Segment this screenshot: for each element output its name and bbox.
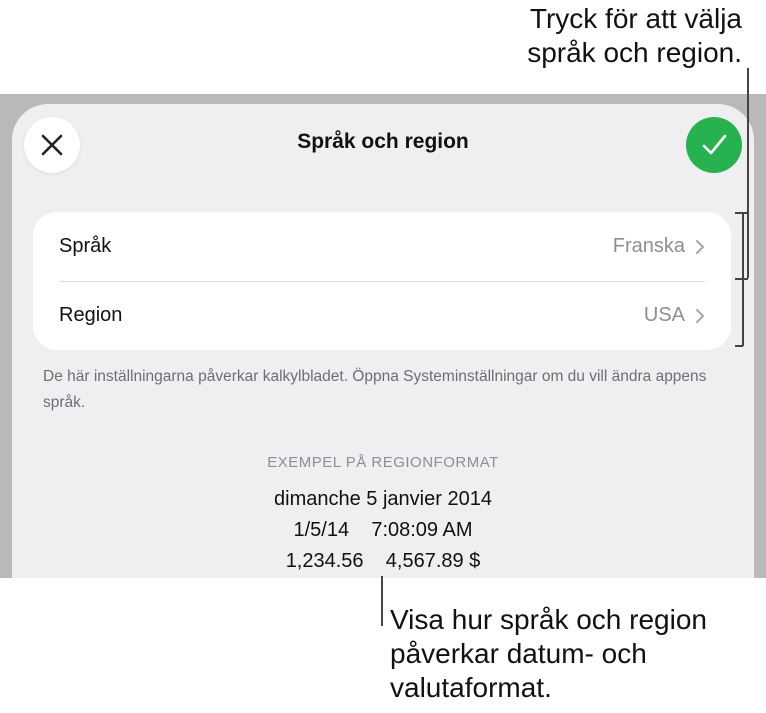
- sample-datetime: 1/5/14 7:08:09 AM: [293, 519, 473, 541]
- callout-top-bracket-bottom: [735, 345, 743, 347]
- callout-top-bracket-vert: [742, 212, 744, 346]
- callout-bottom-line-2: påverkar datum- och: [390, 638, 647, 669]
- callout-sample-format: Visa hur språk och region påverkar datum…: [390, 603, 707, 705]
- confirm-button[interactable]: [686, 117, 742, 173]
- region-value-group: USA: [644, 304, 705, 327]
- callout-language-region: Tryck för att välja språk och region.: [527, 2, 742, 70]
- region-row[interactable]: Region USA: [33, 281, 731, 350]
- checkmark-icon: [702, 134, 727, 155]
- callout-top-leader: [747, 68, 749, 278]
- callout-top-line-1: Tryck för att välja: [529, 3, 742, 34]
- callout-bottom-leader: [381, 576, 383, 626]
- callout-bottom-line-3: valutaformat.: [390, 672, 552, 703]
- language-row[interactable]: Språk Franska: [33, 212, 731, 281]
- region-label: Region: [59, 304, 123, 326]
- language-value-group: Franska: [613, 235, 705, 258]
- sample-numbers: 1,234.56 4,567.89 $: [285, 550, 481, 572]
- page-title: Språk och region: [297, 130, 469, 153]
- language-region-sheet: Språk och region Språk Franska Region US…: [12, 104, 754, 578]
- language-value: Franska: [612, 235, 685, 257]
- dialog-backdrop: Språk och region Språk Franska Region US…: [0, 94, 766, 578]
- sample-header: EXEMPEL PÅ REGIONFORMAT: [267, 454, 499, 471]
- region-value: USA: [643, 304, 685, 326]
- chevron-right-icon: [696, 308, 704, 323]
- callout-bottom-line-1: Visa hur språk och region: [390, 604, 707, 635]
- language-label: Språk: [59, 235, 112, 257]
- sample-date: dimanche 5 janvier 2014: [274, 488, 492, 510]
- settings-note: De här inställningarna påverkar kalkylbl…: [43, 368, 707, 411]
- settings-group: Språk Franska Region USA: [33, 212, 731, 350]
- callout-top-line-2: språk och region.: [527, 37, 742, 68]
- chevron-right-icon: [696, 239, 704, 254]
